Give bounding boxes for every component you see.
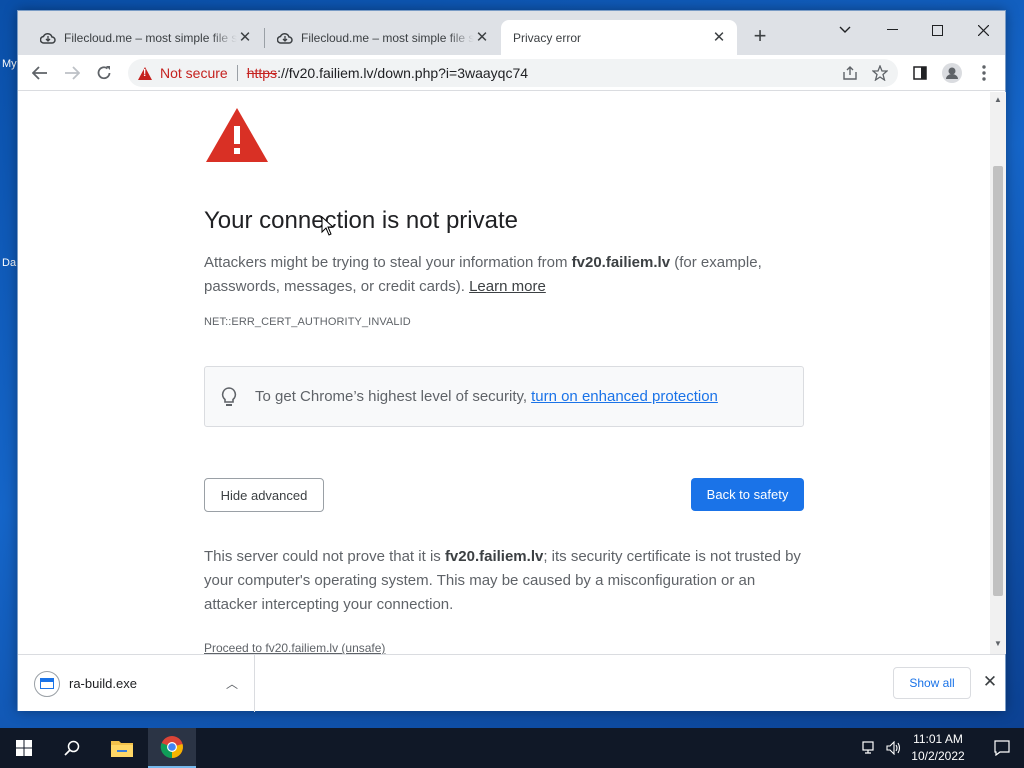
download-file-name: ra-build.exe: [69, 676, 137, 691]
desktop-icon-label: My: [2, 58, 17, 70]
tab-title: Filecloud.me – most simple file sharing: [301, 30, 474, 45]
taskbar-chrome[interactable]: [148, 728, 196, 768]
system-tray: [862, 728, 902, 768]
warning-triangle-icon: [206, 108, 268, 162]
chrome-icon: [160, 736, 183, 759]
details-text: This server could not prove that it is: [204, 548, 445, 565]
omnibox-actions: [842, 59, 888, 87]
proceed-unsafe-link[interactable]: Proceed to fv20.failiem.lv (unsafe): [204, 641, 385, 654]
start-button[interactable]: [0, 728, 48, 768]
share-icon[interactable]: [842, 66, 858, 80]
close-window-button[interactable]: [968, 17, 998, 43]
scroll-up-icon[interactable]: ▲: [994, 96, 1002, 104]
hide-advanced-button[interactable]: Hide advanced: [204, 478, 324, 512]
close-icon: [977, 24, 989, 36]
mouse-cursor-icon: [321, 216, 335, 236]
reload-icon: [97, 66, 111, 80]
lightbulb-icon: [221, 386, 237, 406]
notification-button[interactable]: [980, 728, 1024, 768]
reload-button[interactable]: [90, 59, 118, 87]
security-status[interactable]: Not secure: [160, 65, 228, 81]
close-icon[interactable]: ✕: [237, 29, 253, 46]
network-icon[interactable]: [862, 741, 878, 755]
avatar-icon: [942, 63, 962, 83]
browser-window: Filecloud.me – most simple file sharing …: [17, 10, 1006, 712]
scroll-thumb[interactable]: [993, 166, 1003, 596]
maximize-icon: [931, 24, 943, 36]
back-button[interactable]: [26, 59, 54, 87]
taskbar-clock[interactable]: 11:01 AM 10/2/2022: [902, 731, 974, 765]
tab-title: Privacy error: [513, 30, 582, 45]
folder-icon: [111, 741, 133, 757]
new-tab-button[interactable]: +: [748, 25, 772, 49]
url-scheme: https: [246, 65, 278, 81]
show-all-downloads-button[interactable]: Show all: [893, 667, 971, 699]
arrow-left-icon: [32, 66, 47, 80]
tab-filecloud-1[interactable]: Filecloud.me – most simple file sharing …: [28, 20, 263, 55]
star-icon[interactable]: [872, 65, 888, 81]
tab-privacy-error[interactable]: Privacy error ✕: [501, 20, 737, 55]
browser-toolbar: Not secure https://fv20.failiem.lv/down.…: [18, 55, 1005, 91]
scroll-down-icon[interactable]: ▼: [994, 640, 1002, 648]
file-icon: [34, 670, 60, 697]
taskbar-file-explorer[interactable]: [98, 728, 146, 768]
error-description: Attackers might be trying to steal your …: [204, 251, 804, 299]
error-code: NET::ERR_CERT_AUTHORITY_INVALID: [204, 316, 411, 328]
volume-icon[interactable]: [886, 741, 902, 755]
notification-icon: [994, 740, 1010, 756]
description-text: Attackers might be trying to steal your …: [204, 254, 572, 271]
chevron-down-icon: [839, 26, 851, 33]
minimize-icon: [886, 29, 898, 30]
cloud-icon: [277, 32, 293, 44]
chevron-up-icon[interactable]: ︿: [222, 675, 242, 692]
enhanced-protection-link[interactable]: turn on enhanced protection: [531, 388, 718, 405]
warning-icon: [138, 66, 152, 80]
close-icon[interactable]: ✕: [711, 29, 727, 46]
close-icon[interactable]: ✕: [979, 671, 1001, 693]
side-panel-icon: [913, 66, 927, 80]
omnibox-divider: [236, 65, 238, 81]
url-text: ://fv20.failiem.lv/down.php?i=3waayqc74: [277, 65, 529, 81]
tab-strip: Filecloud.me – most simple file sharing …: [18, 11, 1005, 55]
profile-button[interactable]: [938, 59, 966, 87]
close-icon[interactable]: ✕: [474, 29, 490, 46]
windows-logo-icon: [16, 740, 32, 756]
clock-date: 10/2/2022: [911, 749, 965, 763]
arrow-right-icon: [65, 66, 80, 80]
kebab-menu-icon: [982, 65, 986, 81]
search-button[interactable]: [48, 728, 96, 768]
clock-time: 11:01 AM: [913, 732, 963, 746]
desktop-icon-label: Da: [2, 257, 17, 269]
download-item[interactable]: ra-build.exe ︿: [18, 655, 255, 712]
tab-title: Filecloud.me – most simple file sharing: [64, 30, 237, 45]
host-name: fv20.failiem.lv: [571, 254, 671, 271]
address-bar[interactable]: Not secure https://fv20.failiem.lv/down.…: [128, 59, 898, 87]
forward-button[interactable]: [58, 59, 86, 87]
maximize-button[interactable]: [922, 17, 952, 43]
cloud-icon: [40, 32, 56, 44]
search-icon: [64, 740, 80, 756]
page-title: Your connection is not private: [204, 207, 518, 234]
advanced-details: This server could not prove that it is f…: [204, 545, 809, 617]
back-to-safety-button[interactable]: Back to safety: [691, 478, 804, 511]
page-scrollbar[interactable]: ▲ ▼: [990, 92, 1006, 654]
tab-filecloud-2[interactable]: Filecloud.me – most simple file sharing …: [265, 20, 500, 55]
menu-button[interactable]: [970, 59, 998, 87]
minimize-button[interactable]: [877, 17, 907, 43]
enhanced-protection-tip: To get Chrome’s highest level of securit…: [204, 366, 804, 427]
download-shelf: ra-build.exe ︿ Show all ✕: [18, 654, 1005, 712]
windows-taskbar: 11:01 AM 10/2/2022: [0, 728, 1024, 768]
tip-text: To get Chrome’s highest level of securit…: [255, 388, 528, 405]
side-panel-button[interactable]: [906, 59, 934, 87]
learn-more-link[interactable]: Learn more: [469, 278, 546, 295]
page-content: Your connection is not private Attackers…: [18, 92, 990, 654]
tab-search-button[interactable]: [830, 17, 860, 43]
host-name: fv20.failiem.lv: [444, 548, 544, 565]
